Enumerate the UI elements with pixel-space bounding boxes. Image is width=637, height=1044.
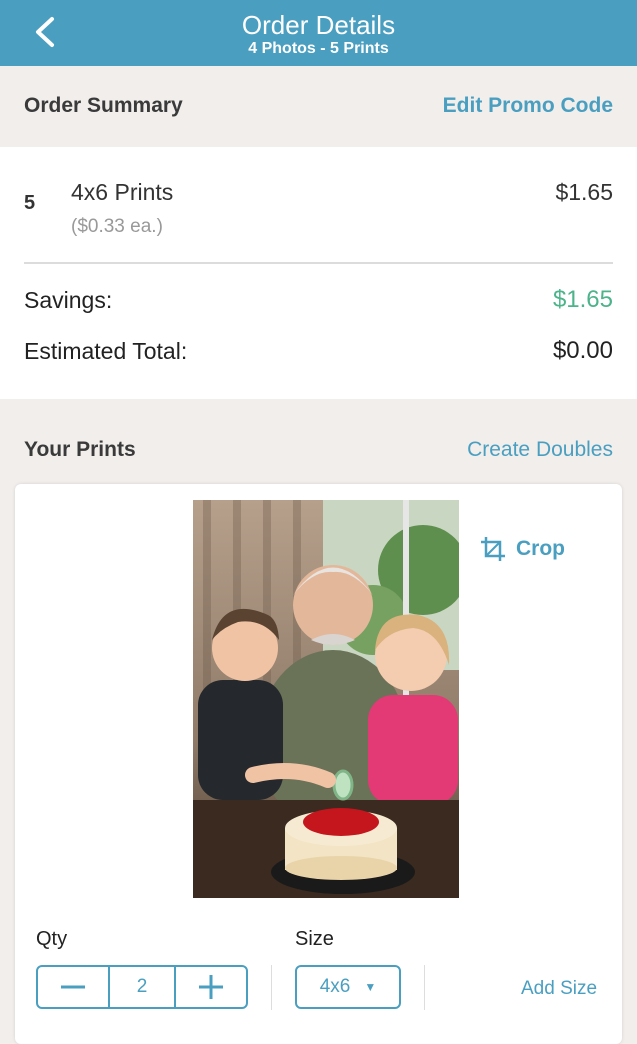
item-price: $1.65 bbox=[555, 179, 613, 205]
qty-label: Qty bbox=[36, 928, 68, 950]
decrement-button[interactable] bbox=[38, 967, 108, 1007]
edit-promo-code-link[interactable]: Edit Promo Code bbox=[443, 94, 613, 118]
page-subtitle: 4 Photos - 5 Prints bbox=[248, 40, 389, 57]
size-label: Size bbox=[295, 928, 334, 950]
increment-button[interactable] bbox=[176, 967, 246, 1007]
print-photo[interactable] bbox=[193, 500, 459, 898]
app-header: Order Details 4 Photos - 5 Prints bbox=[0, 0, 637, 66]
savings-label: Savings: bbox=[24, 287, 113, 313]
estimated-total-value: $0.00 bbox=[552, 337, 613, 364]
item-quantity: 5 bbox=[24, 192, 36, 214]
item-name: 4x6 Prints bbox=[71, 179, 174, 205]
crop-button[interactable]: Crop bbox=[480, 536, 565, 562]
size-dropdown[interactable]: 4x6 ▼ bbox=[295, 965, 401, 1009]
minus-icon bbox=[61, 985, 85, 989]
order-summary-header: Order Summary Edit Promo Code bbox=[0, 66, 637, 146]
order-summary-title: Order Summary bbox=[24, 94, 183, 117]
quantity-stepper: 2 bbox=[36, 965, 248, 1009]
plus-icon bbox=[199, 975, 223, 999]
item-each-price: ($0.33 ea.) bbox=[71, 216, 163, 237]
your-prints-header: Your Prints Create Doubles bbox=[0, 410, 637, 490]
your-prints-title: Your Prints bbox=[24, 438, 136, 461]
create-doubles-link[interactable]: Create Doubles bbox=[467, 438, 613, 462]
estimated-total-label: Estimated Total: bbox=[24, 338, 188, 364]
summary-divider bbox=[24, 262, 613, 264]
crop-label: Crop bbox=[516, 537, 565, 560]
add-size-link[interactable]: Add Size bbox=[521, 978, 597, 1000]
quantity-value[interactable]: 2 bbox=[108, 967, 176, 1007]
savings-value: $1.65 bbox=[552, 286, 613, 313]
caret-down-icon: ▼ bbox=[364, 980, 377, 994]
field-divider-2 bbox=[424, 965, 425, 1010]
size-value: 4x6 bbox=[319, 976, 351, 997]
crop-icon bbox=[481, 537, 505, 561]
page-title: Order Details bbox=[241, 10, 396, 40]
field-divider bbox=[271, 965, 272, 1010]
